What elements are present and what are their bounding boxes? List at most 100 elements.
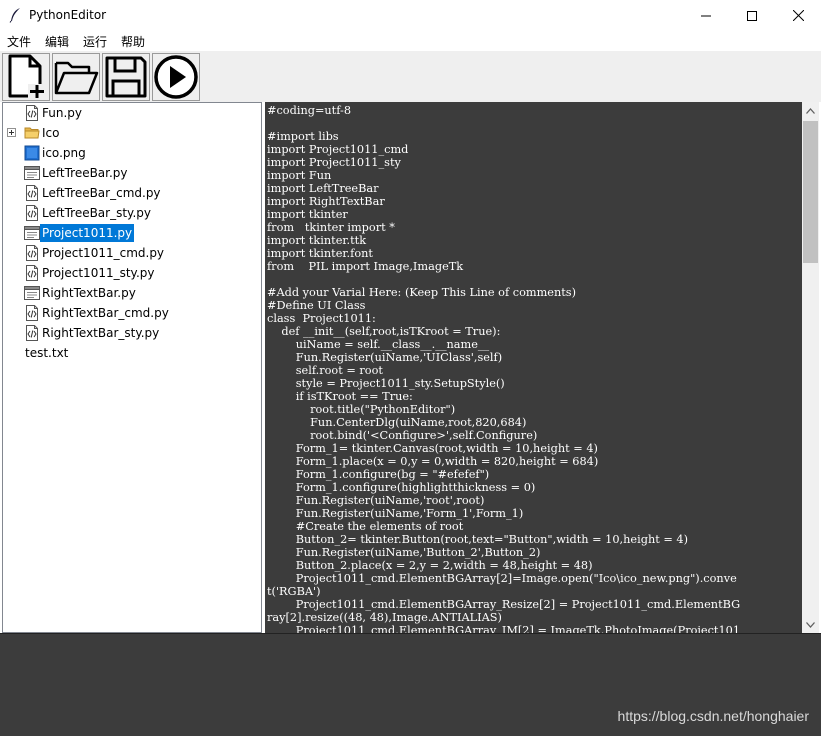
tree-item-label: Ico xyxy=(42,126,60,140)
code-line: import tkinter xyxy=(267,208,348,221)
menu-run[interactable]: 运行 xyxy=(83,33,107,50)
code-line: import Project1011_cmd xyxy=(267,143,409,156)
code-line: Fun.Register(uiName,'Form_1',Form_1) xyxy=(267,507,524,520)
save-button[interactable] xyxy=(102,53,150,101)
maximize-icon xyxy=(747,10,757,21)
open-folder-button[interactable] xyxy=(52,53,100,101)
chevron-down-icon xyxy=(806,621,815,628)
tree-item-label: LeftTreeBar_sty.py xyxy=(42,206,151,220)
save-icon xyxy=(105,56,147,98)
new-file-button[interactable] xyxy=(2,53,50,101)
tree-item-label: Fun.py xyxy=(42,106,82,120)
code-line: ray[2].resize((48, 48),Image.ANTIALIAS) xyxy=(267,611,502,624)
tree-item[interactable]: RightTextBar_sty.py xyxy=(3,323,261,343)
python-file-icon xyxy=(24,105,40,121)
code-line: uiName = self.__class__.__name__ xyxy=(267,338,490,351)
menu-edit[interactable]: 编辑 xyxy=(45,33,69,50)
menu-bar: 文件 编辑 运行 帮助 xyxy=(0,31,821,51)
code-line: import tkinter.ttk xyxy=(267,234,367,247)
chevron-up-icon xyxy=(806,107,815,114)
tree-item[interactable]: Project1011_cmd.py xyxy=(3,243,261,263)
code-line: from tkinter import * xyxy=(267,221,395,234)
tree-item[interactable]: RightTextBar.py xyxy=(3,283,261,303)
code-line: root.bind('<Configure>',self.Configure) xyxy=(267,429,538,442)
tree-item[interactable]: Ico xyxy=(3,123,261,143)
python-file-icon xyxy=(24,305,40,321)
scroll-up-button[interactable] xyxy=(802,102,819,119)
code-line: #Create the elements of root xyxy=(267,520,464,533)
code-line: #Define UI Class xyxy=(267,299,366,312)
tree-item-label: LeftTreeBar.py xyxy=(42,166,128,180)
expand-icon[interactable] xyxy=(7,128,16,137)
menu-file[interactable]: 文件 xyxy=(7,33,31,50)
form-file-icon xyxy=(24,165,40,181)
close-icon xyxy=(792,10,804,21)
code-line: Fun.Register(uiName,'UIClass',self) xyxy=(267,351,503,364)
code-line: Form_1.configure(bg = "#efefef") xyxy=(267,468,490,481)
tree-item-label: LeftTreeBar_cmd.py xyxy=(42,186,161,200)
code-line: t('RGBA') xyxy=(267,585,321,598)
tree-item-label: RightTextBar_cmd.py xyxy=(42,306,169,320)
editor-scrollbar[interactable] xyxy=(802,102,819,633)
tree-item[interactable]: ico.png xyxy=(3,143,261,163)
tree-item[interactable]: RightTextBar_cmd.py xyxy=(3,303,261,323)
scroll-thumb[interactable] xyxy=(803,121,818,263)
tree-item-label: Project1011_sty.py xyxy=(42,266,155,280)
code-line: Form_1= tkinter.Canvas(root,width = 10,h… xyxy=(267,442,598,455)
form-file-icon xyxy=(24,285,40,301)
tree-item[interactable]: test.txt xyxy=(3,343,261,363)
run-icon xyxy=(154,55,198,99)
code-line: root.title("PythonEditor") xyxy=(267,403,456,416)
tree-item[interactable]: LeftTreeBar_cmd.py xyxy=(3,183,261,203)
code-line: Button_2.place(x = 2,y = 2,width = 48,he… xyxy=(267,559,593,572)
code-line: style = Project1011_sty.SetupStyle() xyxy=(267,377,505,390)
code-line: #import libs xyxy=(267,130,339,143)
code-line: Fun.Register(uiName,'Button_2',Button_2) xyxy=(267,546,541,559)
close-button[interactable] xyxy=(775,0,821,31)
tree-item[interactable]: Fun.py xyxy=(3,103,261,123)
maximize-button[interactable] xyxy=(729,0,775,31)
python-file-icon xyxy=(24,265,40,281)
feather-icon xyxy=(9,8,20,23)
code-line: Fun.CenterDlg(uiName,root,820,684) xyxy=(267,416,527,429)
code-line: import RightTextBar xyxy=(267,195,385,208)
tree-item-label: RightTextBar.py xyxy=(42,286,136,300)
form-file-icon xyxy=(24,225,40,241)
tree-item-label: Project1011.py xyxy=(40,224,135,242)
scroll-down-button[interactable] xyxy=(802,616,819,633)
code-line: def __init__(self,root,isTKroot = True): xyxy=(267,325,501,338)
tree-item[interactable]: Project1011.py xyxy=(3,223,261,243)
tree-item-label: test.txt xyxy=(25,346,69,360)
tree-item[interactable]: LeftTreeBar.py xyxy=(3,163,261,183)
code-line: from PIL import Image,ImageTk xyxy=(267,260,464,273)
tree-item-label: Project1011_cmd.py xyxy=(42,246,165,260)
code-line: if isTKroot == True: xyxy=(267,390,413,403)
code-line: Project1011_cmd.ElementBGArray_IM[2] = I… xyxy=(267,624,741,633)
code-line: Form_1.place(x = 0,y = 0,width = 820,hei… xyxy=(267,455,599,468)
code-line: Project1011_cmd.ElementBGArray[2]=Image.… xyxy=(267,572,737,585)
python-file-icon xyxy=(24,325,40,341)
run-button[interactable] xyxy=(152,53,200,101)
toolbar xyxy=(0,51,821,102)
code-line: import Project1011_sty xyxy=(267,156,401,169)
code-line: Project1011_cmd.ElementBGArray_Resize[2]… xyxy=(267,598,741,611)
code-line: self.root = root xyxy=(267,364,383,377)
minimize-button[interactable] xyxy=(683,0,729,31)
code-line: #Add your Varial Here: (Keep This Line o… xyxy=(267,286,577,299)
python-file-icon xyxy=(24,205,40,221)
open-folder-icon xyxy=(54,61,99,95)
menu-help[interactable]: 帮助 xyxy=(121,33,145,50)
tree-item[interactable]: LeftTreeBar_sty.py xyxy=(3,203,261,223)
folder-icon xyxy=(24,125,40,141)
code-line: Fun.Register(uiName,'root',root) xyxy=(267,494,485,507)
code-line: Form_1.configure(highlightthickness = 0) xyxy=(267,481,536,494)
minimize-icon xyxy=(701,15,711,16)
code-line: class Project1011: xyxy=(267,312,376,325)
code-line: import tkinter.font xyxy=(267,247,373,260)
code-line: Button_2= tkinter.Button(root,text="Butt… xyxy=(267,533,689,546)
code-line: import LeftTreeBar xyxy=(267,182,379,195)
file-tree[interactable]: Fun.py Ico ico.png LeftTreeBar.py LeftTreeBa… xyxy=(2,102,262,633)
python-file-icon xyxy=(24,245,40,261)
code-editor[interactable]: #coding=utf-8 #import libs import Project1… xyxy=(265,102,802,633)
tree-item[interactable]: Project1011_sty.py xyxy=(3,263,261,283)
